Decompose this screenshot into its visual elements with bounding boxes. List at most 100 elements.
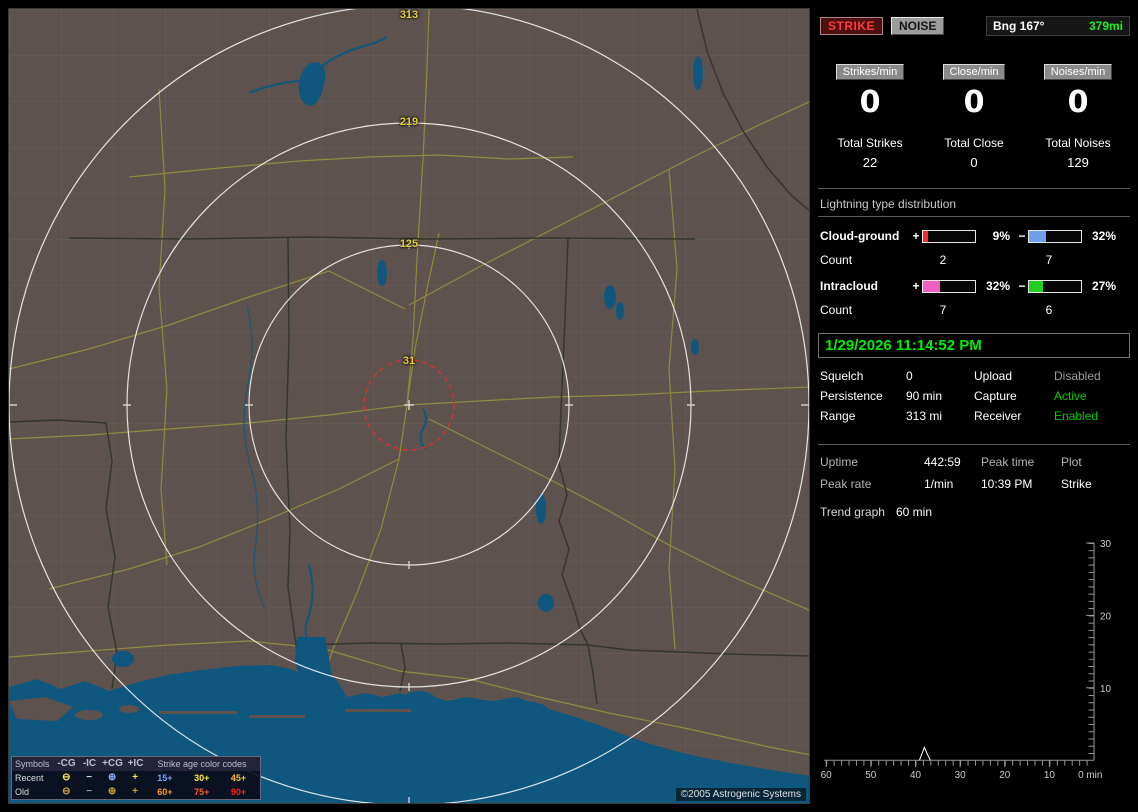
divider (818, 188, 1130, 189)
status-panel: STRIKE NOISE Bng 167° 379mi Strikes/min … (818, 8, 1130, 804)
ic-positive-percent: 32% (985, 279, 1010, 293)
squelch-label: Squelch (820, 369, 864, 383)
map-legend: Symbols -CG -IC +CG +IC Strike age color… (11, 756, 261, 800)
ic-negative-bar-fill (1029, 280, 1044, 292)
y-tick-20: 20 (1100, 611, 1112, 622)
receiver-label: Receiver (974, 409, 1022, 423)
total-noises-value: 129 (1067, 155, 1089, 170)
ic-positive-count: 7 (939, 303, 947, 317)
divider (818, 216, 1130, 217)
plus-sign: + (912, 279, 920, 293)
peak-time-value: 10:39 PM (981, 477, 1033, 491)
bearing-range-value: 379mi (1088, 19, 1123, 33)
legend-symbols-title: Symbols (15, 759, 50, 769)
total-close-value: 0 (970, 155, 978, 170)
legend-col-pos-cg: +CG (102, 758, 123, 769)
intracloud-label: Intracloud (820, 279, 879, 293)
total-noises-label: Total Noises (1045, 136, 1111, 150)
y-tick-30: 30 (1100, 539, 1112, 550)
range-label-219: 219 (399, 116, 419, 128)
pos-ic-symbol-old: + (132, 786, 138, 797)
trend-spike (918, 745, 931, 761)
graph-axes (824, 542, 1095, 768)
stats-row-1: Uptime 442:59 Peak time Plot (818, 451, 1130, 473)
legend-header-row: Symbols -CG -IC +CG +IC Strike age color… (12, 757, 260, 771)
strikes-per-min-label[interactable]: Strikes/min (835, 64, 905, 80)
receiver-status: Enabled (1054, 409, 1099, 423)
cg-positive-bar-fill (923, 230, 928, 242)
mode-toolbar: STRIKE NOISE Bng 167° 379mi (820, 16, 1130, 36)
x-tick-50: 50 (865, 770, 877, 781)
count-label: Count (820, 253, 853, 267)
legend-col-pos-ic: +IC (127, 758, 144, 769)
ic-negative-bar (1028, 279, 1082, 293)
total-strikes-value: 22 (862, 155, 878, 170)
map-canvas (9, 9, 809, 803)
ic-positive-bar-fill (923, 280, 940, 292)
range-label: Range (820, 409, 856, 423)
upload-status: Disabled (1054, 369, 1101, 383)
plus-sign: + (912, 229, 920, 243)
legend-age-title: Strike age color codes (157, 759, 247, 769)
strike-mode-button[interactable]: STRIKE (820, 17, 884, 35)
trend-graph-value: 60 min (896, 505, 933, 519)
close-per-min-value: 0 (963, 85, 985, 120)
noise-mode-button[interactable]: NOISE (891, 17, 945, 35)
total-strikes-label: Total Strikes (837, 136, 903, 150)
persistence-label: Persistence (820, 389, 883, 403)
bearing-value: Bng 167° (993, 19, 1045, 33)
noises-per-min-label[interactable]: Noises/min (1043, 64, 1113, 80)
current-datetime: 1/29/2026 11:14:52 PM (825, 337, 982, 354)
noises-per-min-value: 0 (1067, 85, 1089, 120)
cloud-ground-row: Cloud-ground + 9% − 32% (818, 229, 1130, 243)
ic-positive-bar (922, 279, 976, 293)
total-close-label: Total Close (944, 136, 1004, 150)
neg-cg-symbol-recent: ⊖ (62, 772, 71, 783)
pos-cg-symbol-old: ⊕ (107, 786, 117, 797)
plot-label: Plot (1061, 455, 1082, 469)
y-tick-10: 10 (1100, 684, 1112, 695)
age-30: 30+ (194, 773, 210, 783)
cloud-ground-label: Cloud-ground (820, 229, 900, 243)
count-label: Count (820, 303, 853, 317)
capture-status: Active (1054, 389, 1087, 403)
cg-negative-count: 7 (1045, 253, 1053, 267)
strikes-per-min-value: 0 (859, 85, 881, 120)
settings-row-persistence: Persistence 90 min Capture Active (818, 386, 1130, 406)
age-45: 45+ (230, 773, 247, 783)
x-tick-10: 10 (1044, 770, 1056, 781)
radar-map[interactable]: 313 219 125 31 Symbols -CG -IC +CG +IC S… (8, 8, 810, 804)
settings-row-range: Range 313 mi Receiver Enabled (818, 406, 1130, 426)
age-90: 90+ (230, 787, 247, 797)
legend-col-neg-cg: -CG (57, 758, 76, 769)
trend-graph: 30 20 10 60 50 40 30 20 10 0 min (821, 539, 1112, 781)
cg-negative-bar-fill (1029, 230, 1046, 242)
x-tick-zero-min: 0 min (1078, 770, 1102, 781)
minus-sign: − (1018, 229, 1026, 243)
range-label-31: 31 (402, 355, 416, 367)
age-15: 15+ (157, 773, 173, 783)
cg-negative-bar (1028, 229, 1082, 243)
clock-box: 1/29/2026 11:14:52 PM (818, 333, 1130, 358)
copyright-text: ©2005 Astrogenic Systems (675, 788, 806, 801)
peak-time-label: Peak time (981, 455, 1035, 469)
cloud-ground-count-row: Count 2 7 (818, 253, 1130, 267)
range-value: 313 mi (906, 409, 943, 423)
divider (818, 444, 1130, 445)
close-per-min-label[interactable]: Close/min (942, 64, 1006, 80)
rate-counters: Strikes/min 0 Close/min 0 Noises/min 0 (818, 64, 1130, 120)
x-tick-30: 30 (955, 770, 967, 781)
intracloud-count-row: Count 7 6 (818, 303, 1130, 317)
capture-label: Capture (974, 389, 1017, 403)
ic-negative-percent: 27% (1091, 279, 1116, 293)
cg-positive-percent: 9% (992, 229, 1010, 243)
noises-per-min-counter: Noises/min 0 (1026, 64, 1130, 120)
neg-ic-symbol-recent: − (86, 772, 93, 783)
close-per-min-counter: Close/min 0 (922, 64, 1026, 120)
settings-table: Squelch 0 Upload Disabled Persistence 90… (818, 366, 1130, 426)
x-tick-40: 40 (910, 770, 922, 781)
stats-table: Uptime 442:59 Peak time Plot Peak rate 1… (818, 451, 1130, 523)
uptime-label: Uptime (820, 455, 859, 469)
totals-row: Total Strikes 22 Total Close 0 Total Noi… (818, 136, 1130, 170)
bearing-display: Bng 167° 379mi (986, 16, 1130, 36)
